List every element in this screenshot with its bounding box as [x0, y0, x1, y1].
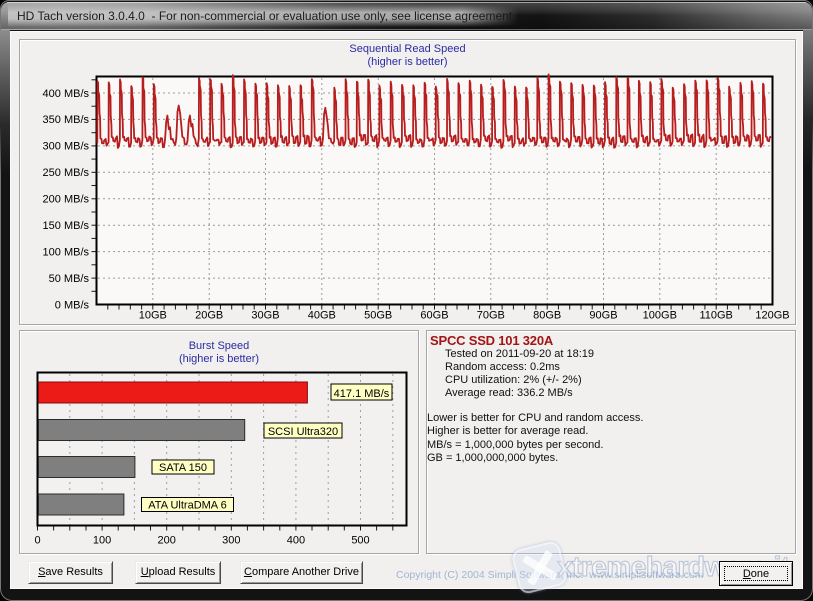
svg-text:200: 200 [158, 535, 176, 547]
svg-text:350 MB/s: 350 MB/s [43, 114, 90, 126]
svg-text:SCSI Ultra320: SCSI Ultra320 [268, 426, 338, 438]
svg-text:0: 0 [34, 535, 40, 547]
svg-text:100GB: 100GB [643, 310, 677, 322]
svg-text:500: 500 [351, 535, 369, 547]
svg-text:20GB: 20GB [195, 310, 223, 322]
svg-text:10GB: 10GB [139, 310, 167, 322]
svg-text:120GB: 120GB [755, 310, 789, 322]
svg-text:0 MB/s: 0 MB/s [55, 299, 90, 311]
svg-text:250 MB/s: 250 MB/s [43, 167, 90, 179]
svg-text:100 MB/s: 100 MB/s [43, 246, 90, 258]
svg-text:300 MB/s: 300 MB/s [43, 141, 90, 153]
svg-text:60GB: 60GB [420, 310, 448, 322]
svg-text:300: 300 [222, 535, 240, 547]
svg-text:90GB: 90GB [589, 310, 617, 322]
svg-text:50 MB/s: 50 MB/s [49, 273, 90, 285]
svg-text:200 MB/s: 200 MB/s [43, 194, 90, 206]
svg-text:SATA 150: SATA 150 [159, 462, 207, 474]
svg-text:110GB: 110GB [699, 310, 732, 322]
svg-text:400 MB/s: 400 MB/s [43, 88, 90, 100]
svg-text:100: 100 [93, 535, 111, 547]
svg-text:80GB: 80GB [533, 310, 561, 322]
svg-text:50GB: 50GB [364, 310, 392, 322]
svg-text:70GB: 70GB [477, 310, 505, 322]
svg-text:40GB: 40GB [308, 310, 336, 322]
svg-text:417.1 MB/s: 417.1 MB/s [334, 388, 390, 400]
svg-text:150 MB/s: 150 MB/s [43, 220, 90, 232]
svg-text:ATA UltraDMA 6: ATA UltraDMA 6 [148, 499, 226, 511]
svg-text:30GB: 30GB [251, 310, 279, 322]
svg-text:400: 400 [287, 535, 305, 547]
